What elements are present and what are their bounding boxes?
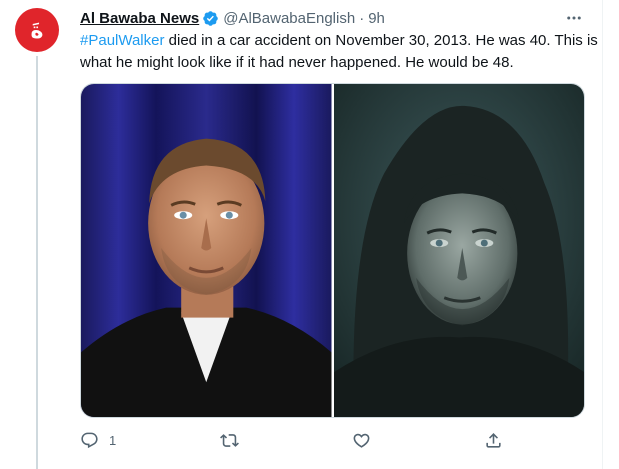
hashtag-link[interactable]: #PaulWalker	[80, 32, 164, 49]
right-photo[interactable]	[333, 84, 584, 417]
tweet-card[interactable]: ةَ Al Bawaba News @AlBawabaEnglish · 9h …	[0, 0, 603, 469]
tweet-text: #PaulWalker died in a car accident on No…	[80, 30, 600, 74]
retweet-button[interactable]	[220, 426, 249, 454]
left-photo-image	[81, 84, 332, 417]
share-button[interactable]	[484, 426, 503, 454]
separator-dot: ·	[359, 9, 365, 27]
left-photo[interactable]	[81, 84, 332, 417]
heart-icon	[353, 433, 370, 448]
timestamp[interactable]: 9h	[368, 10, 385, 27]
retweet-icon	[220, 433, 239, 447]
author-handle[interactable]: @AlBawabaEnglish	[223, 10, 355, 27]
more-options-icon[interactable]	[560, 8, 588, 28]
right-photo-image	[333, 84, 584, 417]
like-button[interactable]	[352, 426, 381, 454]
action-bar: 1	[80, 426, 585, 454]
avatar[interactable]: ةَ	[15, 8, 59, 52]
author-name[interactable]: Al Bawaba News	[80, 10, 199, 27]
tweet-header: Al Bawaba News @AlBawabaEnglish · 9h	[80, 8, 385, 28]
media-grid[interactable]	[80, 83, 585, 418]
reply-count: 1	[109, 432, 117, 448]
avatar-logo-glyph: ةَ	[30, 18, 44, 43]
share-icon	[486, 432, 501, 448]
reply-button[interactable]: 1	[80, 426, 116, 454]
verified-badge-icon	[203, 10, 218, 26]
reply-icon	[81, 432, 98, 448]
thread-line	[36, 56, 38, 469]
